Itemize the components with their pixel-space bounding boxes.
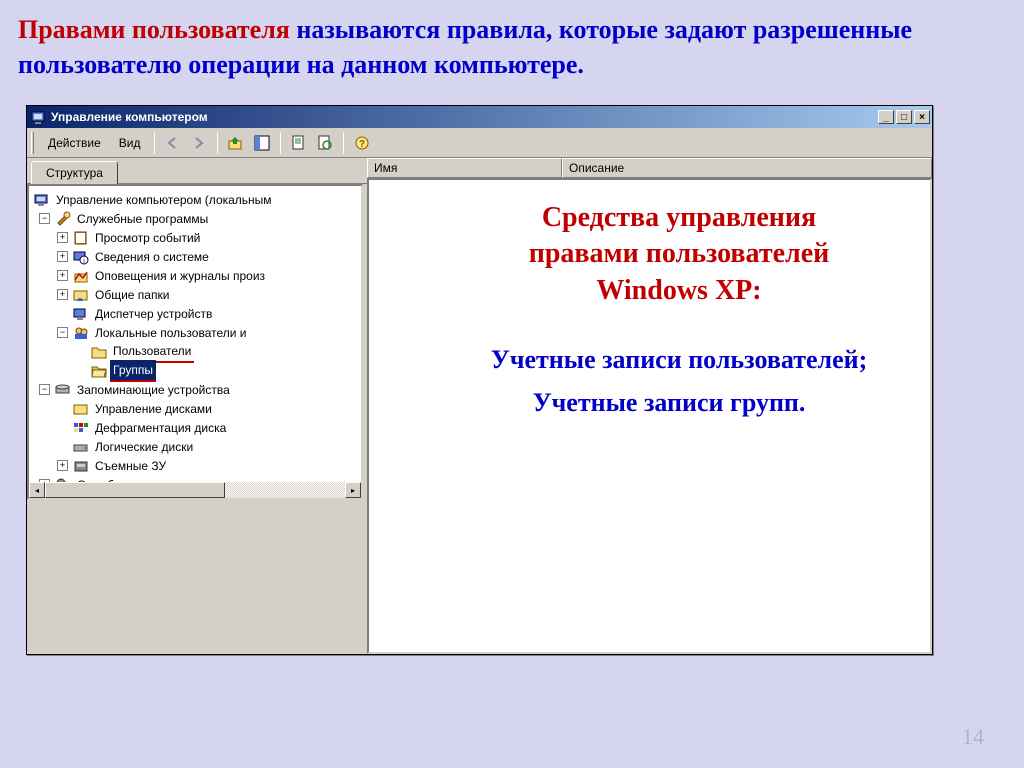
toolbar-grip[interactable] xyxy=(31,132,34,154)
properties-button[interactable] xyxy=(287,131,311,155)
overlay-line2: Учетные записи групп. xyxy=(399,388,932,418)
tree-shared[interactable]: + Общие папки xyxy=(31,285,359,304)
tree[interactable]: Управление компьютером (локальным − Служ… xyxy=(29,186,361,498)
slide-heading: Правами пользователя называются правила,… xyxy=(0,0,1024,90)
mmc-window: Управление компьютером _ □ × Действие Ви… xyxy=(26,105,933,655)
overlay-line1: Учетные записи пользователей; xyxy=(369,345,932,375)
scroll-thumb[interactable] xyxy=(45,482,225,498)
tree-storage[interactable]: − Запоминающие устройства xyxy=(31,380,359,399)
menu-action[interactable]: Действие xyxy=(40,133,109,153)
menu-view[interactable]: Вид xyxy=(111,133,149,153)
tools-icon xyxy=(55,211,71,227)
minimize-button[interactable]: _ xyxy=(878,110,894,124)
col-name[interactable]: Имя xyxy=(367,158,562,178)
tree-defrag[interactable]: Дефрагментация диска xyxy=(31,418,359,437)
tree-pane: Управление компьютером (локальным − Служ… xyxy=(27,184,363,500)
overlay-title: Средства управления правами пользователе… xyxy=(419,200,932,309)
tabs: Структура xyxy=(27,158,367,184)
tree-groups[interactable]: Группы xyxy=(31,361,359,380)
book-icon xyxy=(73,230,89,246)
scroll-left-button[interactable]: ◂ xyxy=(29,482,45,498)
toolbar: Действие Вид ? xyxy=(27,128,932,158)
tree-alerts[interactable]: + Оповещения и журналы произ xyxy=(31,266,359,285)
tree-diskmgmt[interactable]: Управление дисками xyxy=(31,399,359,418)
titlebar[interactable]: Управление компьютером _ □ × xyxy=(27,106,932,128)
expand-icon[interactable]: + xyxy=(57,289,68,300)
close-button[interactable]: × xyxy=(914,110,930,124)
app-icon xyxy=(31,109,47,125)
list-pane[interactable]: Средства управления правами пользователе… xyxy=(367,178,932,654)
collapse-icon[interactable]: − xyxy=(39,213,50,224)
tree-users[interactable]: Пользователи xyxy=(31,342,359,361)
tree-local-users[interactable]: − Локальные пользователи и xyxy=(31,323,359,342)
disk-icon xyxy=(73,401,89,417)
alert-icon xyxy=(73,268,89,284)
drive-icon xyxy=(73,439,89,455)
storage-icon xyxy=(55,382,71,398)
expand-icon[interactable]: + xyxy=(57,251,68,262)
expand-icon[interactable]: + xyxy=(57,232,68,243)
collapse-icon[interactable]: − xyxy=(39,384,50,395)
shared-folder-icon xyxy=(73,287,89,303)
info-icon: i xyxy=(73,249,89,265)
tree-event-viewer[interactable]: + Просмотр событий xyxy=(31,228,359,247)
device-icon xyxy=(73,306,89,322)
list-header: Имя Описание xyxy=(367,158,932,178)
computer-icon xyxy=(34,192,50,208)
svg-text:?: ? xyxy=(359,139,365,150)
folder-open-icon xyxy=(91,363,107,379)
forward-button[interactable] xyxy=(187,131,211,155)
show-hide-tree-button[interactable] xyxy=(250,131,274,155)
tree-devmgr[interactable]: Диспетчер устройств xyxy=(31,304,359,323)
tab-structure[interactable]: Структура xyxy=(31,161,118,184)
up-button[interactable] xyxy=(224,131,248,155)
help-button[interactable]: ? xyxy=(350,131,374,155)
scroll-right-button[interactable]: ▸ xyxy=(345,482,361,498)
tree-removable[interactable]: + Съемные ЗУ xyxy=(31,456,359,475)
folder-icon xyxy=(91,344,107,360)
maximize-button[interactable]: □ xyxy=(896,110,912,124)
horizontal-scrollbar[interactable]: ◂ ▸ xyxy=(29,482,361,498)
expand-icon[interactable]: + xyxy=(57,270,68,281)
refresh-button[interactable] xyxy=(313,131,337,155)
removable-icon xyxy=(73,458,89,474)
col-desc[interactable]: Описание xyxy=(562,158,932,178)
tree-sysinfo[interactable]: + i Сведения о системе xyxy=(31,247,359,266)
tree-root[interactable]: Управление компьютером (локальным xyxy=(31,190,359,209)
collapse-icon[interactable]: − xyxy=(57,327,68,338)
window-title: Управление компьютером xyxy=(51,110,208,124)
tree-utilities[interactable]: − Служебные программы xyxy=(31,209,359,228)
tree-logical[interactable]: Логические диски xyxy=(31,437,359,456)
back-button[interactable] xyxy=(161,131,185,155)
defrag-icon xyxy=(73,420,89,436)
users-icon xyxy=(73,325,89,341)
heading-red: Правами пользователя xyxy=(18,15,290,44)
expand-icon[interactable]: + xyxy=(57,460,68,471)
page-number: 14 xyxy=(962,724,984,750)
